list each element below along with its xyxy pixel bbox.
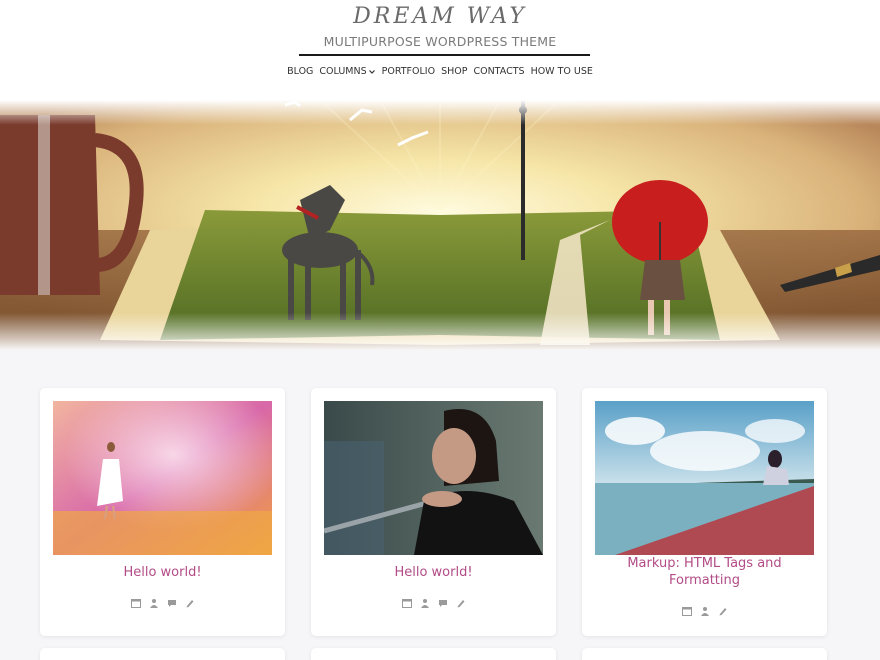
post-card xyxy=(40,648,285,660)
edit-icon[interactable] xyxy=(718,603,728,616)
hero-banner xyxy=(0,100,880,350)
post-thumbnail[interactable] xyxy=(595,401,814,555)
header-divider xyxy=(299,54,590,56)
post-title[interactable]: Markup: HTML Tags and Formatting xyxy=(592,555,817,589)
nav-item-portfolio[interactable]: PORTFOLIO xyxy=(382,66,435,77)
post-thumbnail[interactable] xyxy=(324,401,543,555)
post-thumbnail[interactable] xyxy=(53,401,272,555)
calendar-icon[interactable] xyxy=(401,595,412,608)
post-meta xyxy=(582,603,827,616)
post-title[interactable]: Hello world! xyxy=(321,564,546,581)
site-tagline: MULTIPURPOSE WORDPRESS THEME xyxy=(323,34,557,49)
post-meta xyxy=(311,595,556,608)
nav-item-contacts[interactable]: CONTACTS xyxy=(473,66,524,77)
post-meta xyxy=(40,595,285,608)
author-icon[interactable] xyxy=(700,603,710,616)
author-icon[interactable] xyxy=(420,595,430,608)
site-header: DREAM WAY MULTIPURPOSE WORDPRESS THEME B… xyxy=(0,0,880,100)
nav-item-shop[interactable]: SHOP xyxy=(441,66,467,77)
comment-icon[interactable] xyxy=(167,595,177,607)
calendar-icon[interactable] xyxy=(681,603,692,616)
nav-item-columns-label: COLUMNS xyxy=(319,66,367,77)
main-nav: BLOG COLUMNS PORTFOLIO SHOP CONTACTS HOW… xyxy=(0,66,880,77)
calendar-icon[interactable] xyxy=(130,595,141,608)
site-logo[interactable]: DREAM WAY xyxy=(0,4,880,29)
post-card xyxy=(582,648,827,660)
post-card: Markup: HTML Tags and Formatting xyxy=(582,388,827,636)
hero-image xyxy=(0,100,880,350)
edit-icon[interactable] xyxy=(456,595,466,608)
comment-icon[interactable] xyxy=(438,595,448,607)
nav-item-how-to-use[interactable]: HOW TO USE xyxy=(531,66,593,77)
post-title[interactable]: Hello world! xyxy=(50,564,275,581)
post-card xyxy=(311,648,556,660)
post-card: Hello world! xyxy=(40,388,285,636)
nav-item-blog[interactable]: BLOG xyxy=(287,66,313,77)
chevron-down-icon xyxy=(368,69,375,74)
author-icon[interactable] xyxy=(149,595,159,608)
edit-icon[interactable] xyxy=(185,595,195,608)
nav-item-columns[interactable]: COLUMNS xyxy=(319,66,375,77)
post-card: Hello world! xyxy=(311,388,556,636)
